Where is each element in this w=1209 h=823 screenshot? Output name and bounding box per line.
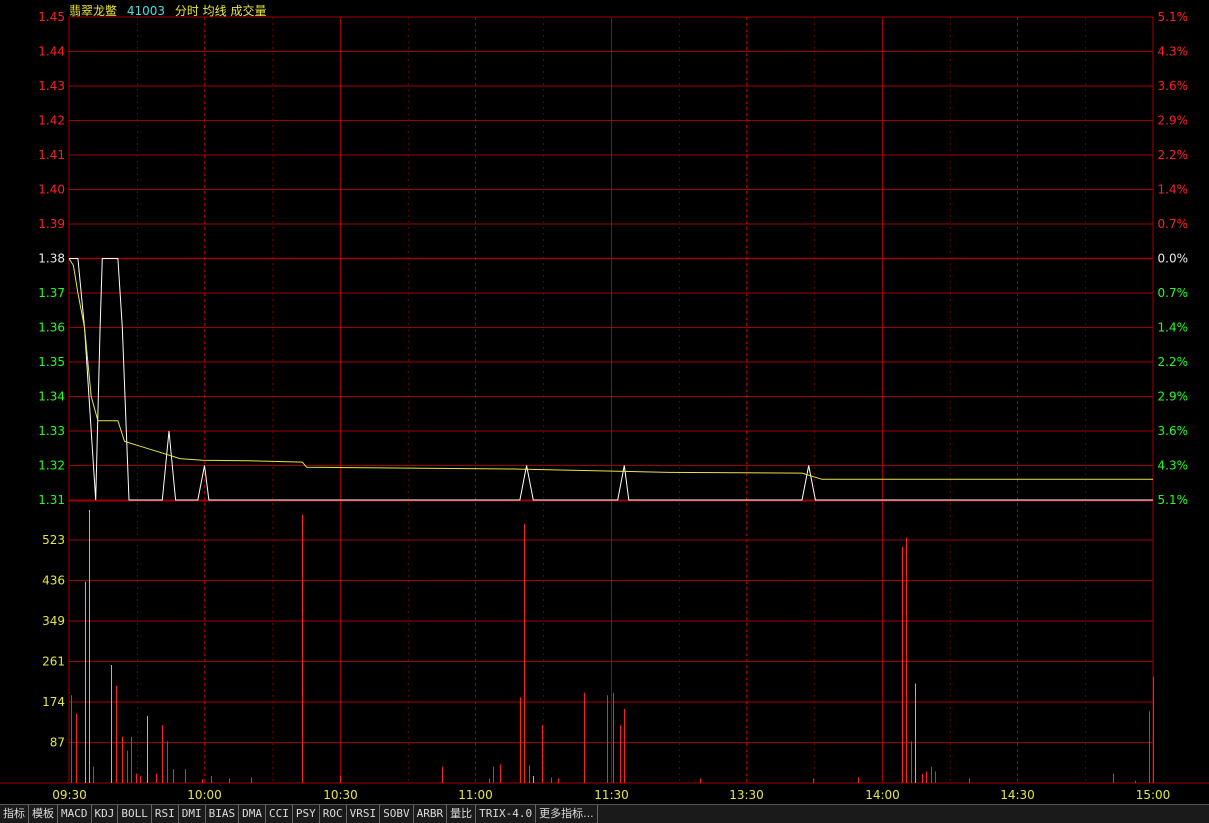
pct-tick-label: 2.2%	[1158, 148, 1189, 162]
intraday-chart[interactable]: 1.45 5.1% 1.44 4.3% 1.43 3.6% 1.42 2.9% 1.41 2.2%…	[0, 0, 1209, 822]
price-tick-label: 1.40	[38, 183, 65, 197]
price-tick-label: 1.45	[38, 10, 65, 24]
pct-tick-label: 4.3%	[1158, 45, 1189, 59]
indicator-tab[interactable]: 模板	[29, 805, 58, 823]
stock-code: 41003	[126, 4, 166, 18]
indicator-tab[interactable]: PSY	[293, 805, 320, 823]
indicator-tab[interactable]: DMA	[239, 805, 266, 823]
indicator-tab-bar: 指标 模板 MACD KDJ BOLL RSI DMI BIAS DMA CCI PSY ROC VRS…	[0, 804, 1209, 823]
price-tick-label: 1.35	[38, 355, 65, 369]
price-tick-label: 1.36	[38, 321, 65, 335]
pct-tick-label: 1.4%	[1158, 183, 1189, 197]
time-tick-label: 11:00	[458, 788, 493, 802]
axis-labels: 1.45 5.1% 1.44 4.3% 1.43 3.6% 1.42 2.9% 1.41 2.2%…	[38, 10, 1188, 802]
volume-tick-label: 87	[50, 736, 65, 750]
pct-tick-label: 0.0%	[1158, 252, 1189, 266]
pct-tick-label: 5.1%	[1158, 493, 1189, 507]
indicator-tab[interactable]: VRSI	[347, 805, 381, 823]
indicator-tab[interactable]: 量比	[447, 805, 477, 823]
volume-tick-label: 174	[42, 695, 65, 709]
price-tick-label: 1.38	[38, 252, 65, 266]
price-tick-label: 1.39	[38, 217, 65, 231]
indicator-tab[interactable]: BOLL	[118, 805, 152, 823]
time-tick-label: 14:00	[865, 788, 900, 802]
pct-tick-label: 5.1%	[1158, 10, 1189, 24]
volume-tick-label: 523	[42, 533, 65, 547]
indicator-tab[interactable]: 指标	[0, 805, 29, 823]
volume-tick-label: 261	[42, 655, 65, 669]
pct-tick-label: 1.4%	[1158, 321, 1189, 335]
indicator-tab[interactable]: ROC	[320, 805, 347, 823]
pct-tick-label: 2.9%	[1158, 390, 1189, 404]
indicator-tab[interactable]: SOBV	[380, 805, 414, 823]
pct-tick-label: 4.3%	[1158, 459, 1189, 473]
pct-tick-label: 3.6%	[1158, 79, 1189, 93]
price-tick-label: 1.33	[38, 424, 65, 438]
indicator-tab[interactable]: BIAS	[206, 805, 240, 823]
indicator-tab[interactable]: DMI	[179, 805, 206, 823]
pct-tick-label: 0.7%	[1158, 286, 1189, 300]
price-tick-label: 1.34	[38, 390, 65, 404]
pct-tick-label: 3.6%	[1158, 424, 1189, 438]
chart-grid	[0, 16, 1209, 784]
price-tick-label: 1.31	[38, 493, 65, 507]
price-tick-label: 1.44	[38, 45, 65, 59]
indicator-tab[interactable]: KDJ	[92, 805, 119, 823]
pct-tick-label: 0.7%	[1158, 217, 1189, 231]
time-tick-label: 15:00	[1136, 788, 1171, 802]
volume-tick-label: 349	[42, 614, 65, 628]
price-tick-label: 1.41	[38, 148, 65, 162]
time-tick-label: 13:30	[729, 788, 764, 802]
indicator-tab[interactable]: 更多指标...	[536, 805, 598, 823]
stock-name: 翡翠龙鳖	[69, 4, 118, 18]
chart-header: 翡翠龙鳖 41003 分时 均线 成交量	[69, 2, 273, 19]
indicator-tab[interactable]: ARBR	[414, 805, 448, 823]
indicator-tab[interactable]: CCI	[266, 805, 293, 823]
indicator-tab[interactable]: RSI	[152, 805, 179, 823]
legend-label: 分时 均线 成交量	[174, 4, 267, 18]
indicator-tab[interactable]: TRIX-4.0	[476, 805, 537, 823]
indicator-tab[interactable]: MACD	[58, 805, 92, 823]
time-tick-label: 09:30	[52, 788, 87, 802]
volume-tick-label: 436	[42, 574, 65, 588]
pct-tick-label: 2.2%	[1158, 355, 1189, 369]
pct-tick-label: 2.9%	[1158, 114, 1189, 128]
price-tick-label: 1.37	[38, 286, 65, 300]
time-tick-label: 14:30	[1000, 788, 1035, 802]
price-tick-label: 1.43	[38, 79, 65, 93]
price-tick-label: 1.42	[38, 114, 65, 128]
price-tick-label: 1.32	[38, 459, 65, 473]
time-tick-label: 11:30	[594, 788, 629, 802]
time-tick-label: 10:30	[323, 788, 358, 802]
time-tick-label: 10:00	[187, 788, 222, 802]
